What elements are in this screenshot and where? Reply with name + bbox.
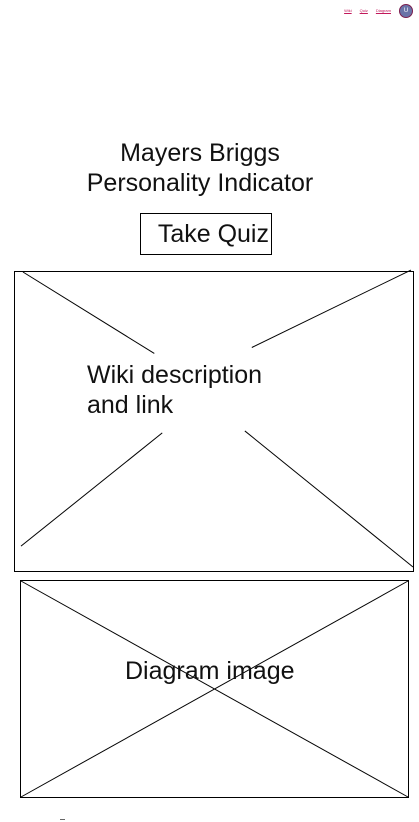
wiki-placeholder-box — [14, 269, 414, 572]
bottom-mark — [60, 819, 65, 820]
top-nav: Wiki Quiz Diagram U — [344, 4, 413, 18]
nav-link-quiz[interactable]: Quiz — [360, 7, 368, 15]
diagram-placeholder-cross — [20, 580, 409, 798]
page-title-line-1: Mayers Briggs — [120, 139, 280, 167]
avatar-initial: U — [403, 8, 409, 14]
avatar[interactable]: U — [399, 4, 413, 18]
diagram-image-label: Diagram image — [125, 657, 295, 685]
wiki-placeholder-cross — [20, 269, 414, 568]
wiki-cross-line-bottom-right — [244, 430, 414, 568]
wiki-text-line-2: and link — [87, 391, 174, 419]
wiki-description-link[interactable]: Wiki description and link — [87, 360, 262, 420]
wiki-cross-line-bottom-left — [20, 432, 163, 547]
diagram-image-placeholder — [20, 580, 409, 798]
take-quiz-button[interactable]: Take Quiz — [140, 213, 272, 255]
wiki-cross-line-top-left — [22, 271, 155, 354]
wiki-cross-line-top-right — [251, 269, 412, 348]
page-title-line-2: Personality Indicator — [86, 169, 314, 197]
page-title: Mayers Briggs Personality Indicator — [60, 138, 340, 198]
nav-link-wiki[interactable]: Wiki — [344, 7, 352, 15]
nav-link-diagram[interactable]: Diagram — [376, 7, 391, 15]
wiki-text-line-1: Wiki description — [87, 361, 263, 389]
